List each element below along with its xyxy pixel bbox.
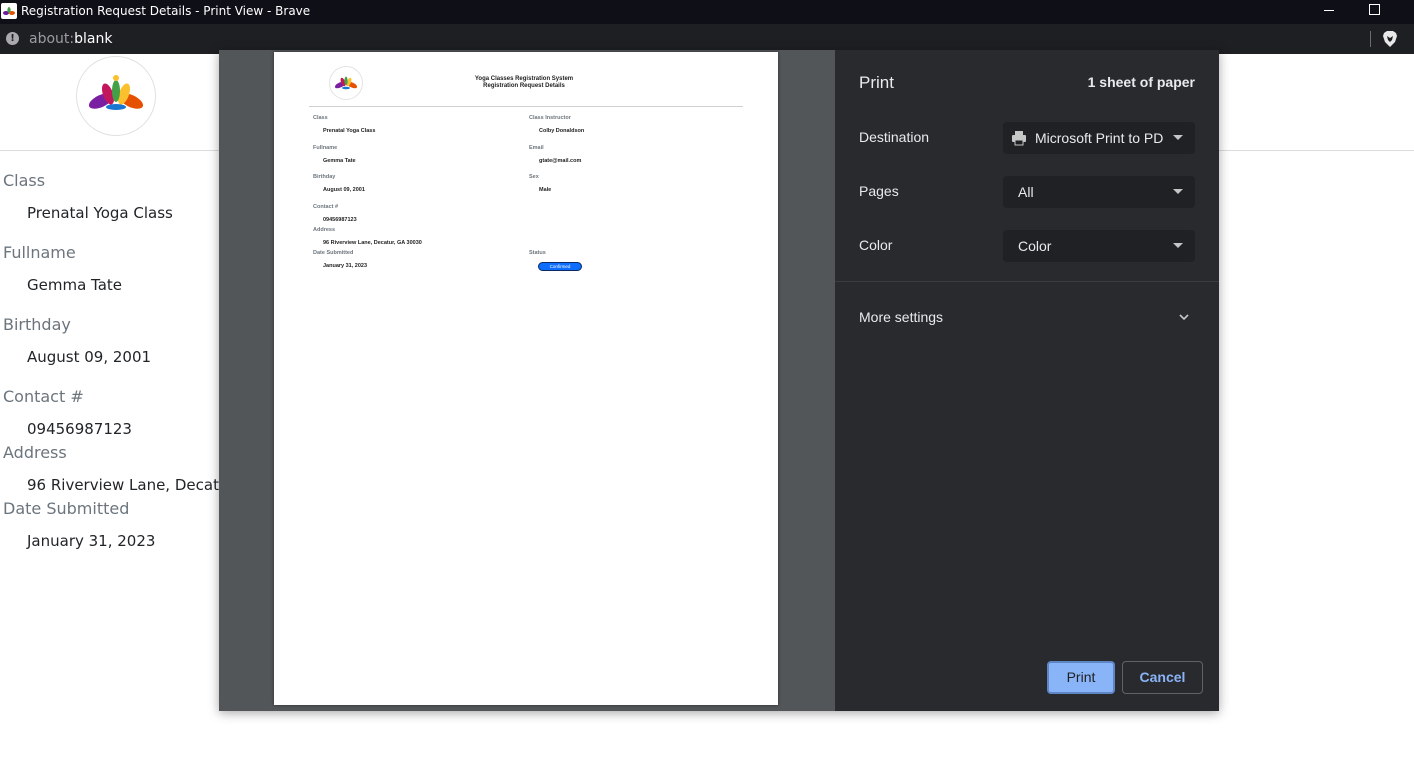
site-info-icon[interactable]: ! bbox=[6, 32, 19, 45]
field-value: January 31, 2023 bbox=[27, 532, 156, 550]
url-text[interactable]: about:blank bbox=[29, 31, 112, 47]
print-button[interactable]: Print bbox=[1047, 661, 1115, 694]
pages-label: Pages bbox=[859, 183, 899, 199]
pages-select[interactable]: All bbox=[1003, 176, 1195, 208]
preview-sheet: Yoga Classes Registration System Registr… bbox=[274, 52, 778, 705]
field-value: 09456987123 bbox=[27, 420, 132, 438]
color-select[interactable]: Color bbox=[1003, 230, 1195, 262]
field-label: Birthday bbox=[3, 315, 71, 334]
window-title: Registration Request Details - Print Vie… bbox=[21, 4, 311, 18]
yoga-logo bbox=[76, 56, 156, 136]
preview-label: Date Submitted bbox=[313, 250, 354, 256]
sheet-count: 1 sheet of paper bbox=[1087, 74, 1195, 90]
preview-label: Class Instructor bbox=[529, 115, 571, 121]
dropdown-caret-icon bbox=[1173, 135, 1183, 140]
more-settings-toggle[interactable]: More settings bbox=[835, 300, 1219, 336]
minimize-button[interactable] bbox=[1306, 0, 1352, 24]
preview-value: Colby Donaldson bbox=[539, 128, 585, 134]
preview-divider bbox=[309, 106, 743, 107]
preview-value: January 31, 2023 bbox=[323, 263, 368, 269]
preview-value: Gemma Tate bbox=[323, 158, 356, 164]
printer-icon bbox=[1011, 130, 1027, 146]
maximize-button[interactable] bbox=[1352, 0, 1398, 24]
preview-value: August 09, 2001 bbox=[323, 187, 365, 193]
field-label: Fullname bbox=[3, 243, 76, 262]
preview-label: Sex bbox=[529, 174, 539, 180]
destination-select[interactable]: Microsoft Print to PD bbox=[1003, 122, 1195, 154]
dropdown-caret-icon bbox=[1173, 243, 1183, 248]
field-label: Class bbox=[3, 171, 46, 190]
status-badge: Confirmed bbox=[538, 262, 582, 271]
preview-value: 96 Riverview Lane, Decatur, GA 30030 bbox=[323, 240, 422, 246]
window-title-bar: Registration Request Details - Print Vie… bbox=[0, 0, 1414, 24]
preview-label: Fullname bbox=[313, 145, 338, 151]
preview-label: Contact # bbox=[313, 204, 339, 210]
field-value: Prenatal Yoga Class bbox=[27, 204, 173, 222]
preview-value: Male bbox=[539, 187, 552, 193]
print-title: Print bbox=[859, 73, 894, 92]
field-label: Address bbox=[3, 443, 67, 462]
field-value: August 09, 2001 bbox=[27, 348, 152, 366]
field-value: Gemma Tate bbox=[27, 276, 123, 294]
chevron-down-icon bbox=[1177, 310, 1191, 324]
app-logo-icon bbox=[1, 3, 17, 19]
preview-value: 09456987123 bbox=[323, 217, 357, 223]
preview-value: Prenatal Yoga Class bbox=[323, 128, 376, 134]
print-dialog: Yoga Classes Registration System Registr… bbox=[219, 50, 1219, 711]
toolbar-divider bbox=[1370, 31, 1371, 47]
brave-shields-icon[interactable] bbox=[1382, 30, 1398, 48]
preview-value: gtate@mail.com bbox=[539, 158, 582, 164]
field-label: Contact # bbox=[3, 387, 84, 406]
print-settings-panel: Print 1 sheet of paper Destination Micro… bbox=[835, 50, 1219, 711]
field-value: 96 Riverview Lane, Decatur, bbox=[27, 476, 240, 494]
preview-label: Address bbox=[313, 227, 336, 233]
preview-logo bbox=[329, 66, 363, 100]
preview-label: Status bbox=[529, 250, 546, 256]
field-label: Date Submitted bbox=[3, 499, 130, 518]
destination-label: Destination bbox=[859, 129, 930, 145]
preview-title: Yoga Classes Registration System Registr… bbox=[474, 76, 574, 89]
dropdown-caret-icon bbox=[1173, 189, 1183, 194]
preview-label: Birthday bbox=[313, 174, 336, 180]
cancel-button[interactable]: Cancel bbox=[1122, 661, 1203, 694]
color-label: Color bbox=[859, 237, 893, 253]
print-preview-area[interactable]: Yoga Classes Registration System Registr… bbox=[219, 50, 835, 711]
preview-label: Email bbox=[529, 145, 544, 151]
settings-divider bbox=[835, 281, 1219, 282]
preview-label: Class bbox=[313, 115, 328, 121]
